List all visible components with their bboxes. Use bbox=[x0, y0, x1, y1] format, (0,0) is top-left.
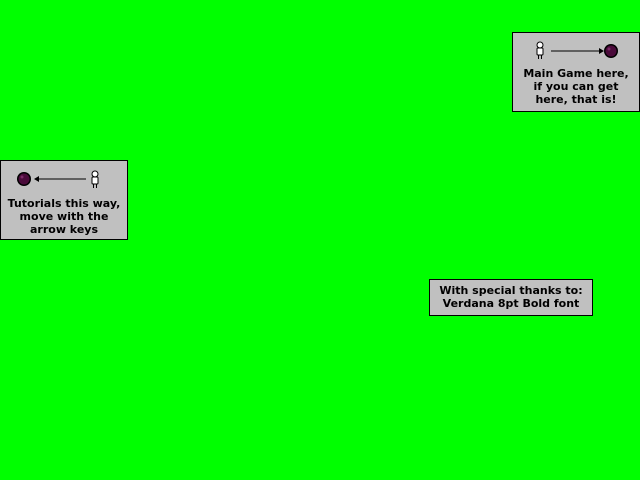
arrow-icon bbox=[34, 176, 86, 182]
sign-text-line: Tutorials this way, bbox=[7, 197, 121, 210]
tutorial-sign-text: Tutorials this way, move with the arrow … bbox=[1, 197, 127, 236]
sign-text-line: if you can get bbox=[533, 80, 619, 93]
player-icon bbox=[91, 170, 99, 188]
portal-orb-icon bbox=[17, 172, 31, 186]
player-icon bbox=[536, 41, 544, 59]
main-game-arrow-row bbox=[513, 39, 639, 61]
portal-orb-icon bbox=[604, 44, 618, 58]
sign-text-line: here, that is! bbox=[535, 93, 617, 106]
sign-text-line: move with the bbox=[19, 210, 109, 223]
main-game-sign: Main Game here, if you can get here, tha… bbox=[512, 32, 640, 112]
tutorial-sign: Tutorials this way, move with the arrow … bbox=[0, 160, 128, 240]
credits-sign: With special thanks to: Verdana 8pt Bold… bbox=[429, 279, 593, 316]
tutorial-arrow-graphic bbox=[17, 170, 99, 188]
arrow-icon bbox=[551, 48, 604, 54]
sign-text-line: With special thanks to: bbox=[439, 284, 583, 297]
game-scene: Main Game here, if you can get here, tha… bbox=[0, 0, 640, 480]
sign-text-line: Verdana 8pt Bold font bbox=[442, 297, 580, 310]
main-game-sign-text: Main Game here, if you can get here, tha… bbox=[513, 67, 639, 106]
main-game-arrow-graphic bbox=[536, 41, 618, 59]
tutorial-arrow-row bbox=[1, 167, 127, 189]
sign-text-line: Main Game here, bbox=[523, 67, 629, 80]
sign-text-line: arrow keys bbox=[29, 223, 99, 236]
credits-sign-text: With special thanks to: Verdana 8pt Bold… bbox=[430, 284, 592, 310]
